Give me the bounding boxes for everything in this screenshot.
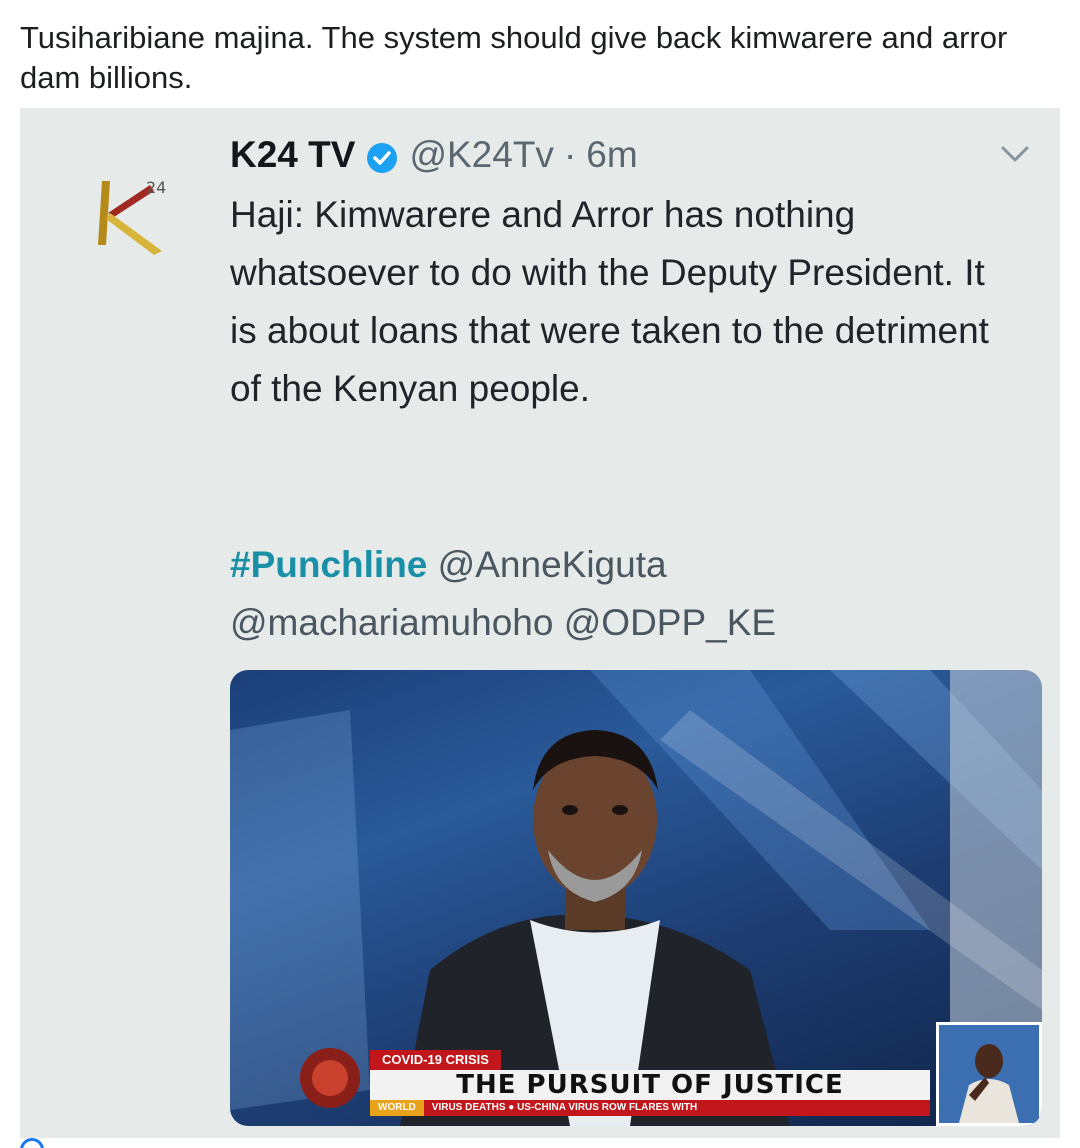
sign-language-interpreter-inset xyxy=(936,1022,1042,1126)
svg-text:24: 24 xyxy=(146,178,166,197)
partial-circle-icon xyxy=(20,1138,44,1148)
k24-logo-icon[interactable]: 24 xyxy=(80,163,180,263)
tweet-media-image[interactable]: COVID-19 CRISIS THE PURSUIT OF JUSTICE W… xyxy=(230,670,1042,1126)
post-caption: Tusiharibiane majina. The system should … xyxy=(20,20,1008,95)
ticker-label: WORLD xyxy=(370,1100,424,1116)
hashtag-link[interactable]: #Punchline xyxy=(230,544,427,585)
lower-third-title: THE PURSUIT OF JUSTICE xyxy=(370,1070,930,1100)
handle[interactable]: @K24Tv xyxy=(409,130,554,180)
display-name[interactable]: K24 TV xyxy=(230,130,355,180)
ticker-text: VIRUS DEATHS ● US-CHINA VIRUS ROW FLARES… xyxy=(431,1102,698,1113)
verified-badge-icon xyxy=(365,138,399,173)
mention-link[interactable]: @ODPP_KE xyxy=(564,602,776,643)
timestamp[interactable]: 6m xyxy=(586,130,637,180)
lower-third-tag: COVID-19 CRISIS xyxy=(370,1050,501,1070)
mention-link[interactable]: @AnneKiguta xyxy=(438,544,667,585)
tweet-tags: #Punchline @AnneKiguta @machariamuhoho @… xyxy=(230,536,1020,652)
tweet-screenshot[interactable]: 24 K24 TV @K24Tv · 6m Haji: Kimwarere an… xyxy=(20,108,1060,1138)
tweet-text: Haji: Kimwarere and Arror has nothing wh… xyxy=(230,194,989,409)
mention-link[interactable]: @machariamuhoho xyxy=(230,602,553,643)
tweet-header: K24 TV @K24Tv · 6m xyxy=(230,130,638,180)
chevron-down-icon[interactable] xyxy=(998,142,1032,166)
separator: · xyxy=(563,134,577,175)
news-ticker: WORLD VIRUS DEATHS ● US-CHINA VIRUS ROW F… xyxy=(370,1100,930,1116)
